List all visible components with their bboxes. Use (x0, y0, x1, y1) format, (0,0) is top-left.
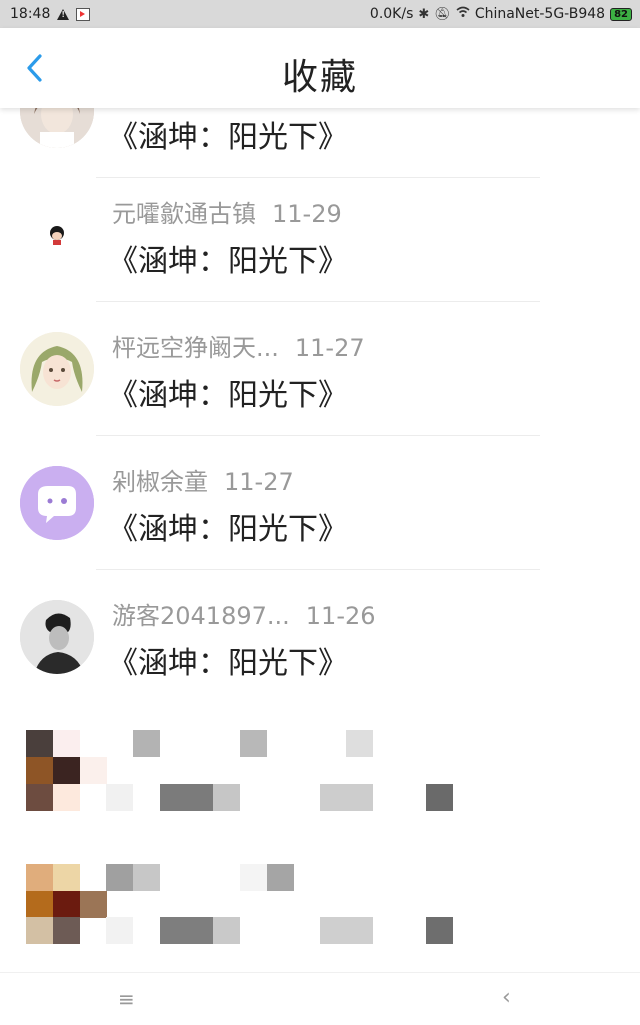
menu-icon[interactable]: ≡ (118, 987, 135, 1011)
system-nav-bar: ≡ ‹ (0, 972, 640, 1025)
top-bar: 收藏 (0, 28, 640, 108)
favorite-item[interactable]: 剁椒余童 11-27 《涵坤：阳光下》 (0, 436, 640, 570)
illustrated-girl-avatar[interactable] (20, 332, 94, 406)
favorite-meta: 元嚯歙通古镇 11-29 (112, 194, 342, 229)
cartoon-girl-avatar[interactable] (20, 198, 94, 272)
favorite-meta: 游客2041897... 11-26 (112, 596, 376, 631)
favorite-meta: 枰远空狰阚天... 11-27 (112, 328, 365, 363)
nav-back-icon[interactable]: ‹ (502, 985, 511, 1010)
status-time: 18:48 (10, 6, 51, 22)
user-name[interactable]: 游客2041897... (112, 602, 290, 630)
user-name[interactable]: 元嚯歙通古镇 (112, 200, 256, 228)
mute-bell-icon: 🔕︎ (434, 6, 451, 22)
net-speed: 0.0K/s (369, 6, 414, 22)
bluetooth-icon: ✱ (418, 6, 430, 22)
favorite-item[interactable]: 游客2041897... 11-26 《涵坤：阳光下》 (0, 570, 640, 704)
user-name[interactable]: 枰远空狰阚天... (112, 334, 279, 362)
wifi-icon (456, 6, 470, 22)
favorite-date: 11-29 (272, 200, 342, 228)
favorite-item[interactable]: 枰远空狰阚天... 11-27 《涵坤：阳光下》 (0, 302, 640, 436)
work-title[interactable]: 《涵坤：阳光下》 (108, 112, 348, 156)
chat-bubble-avatar[interactable] (20, 466, 94, 540)
favorite-date: 11-27 (224, 468, 294, 496)
page-title: 收藏 (281, 57, 358, 98)
favorite-meta: 剁椒余童 11-27 (112, 462, 294, 497)
work-title[interactable]: 《涵坤：阳光下》 (108, 638, 348, 682)
app-notification-icon (76, 7, 91, 21)
work-title[interactable]: 《涵坤：阳光下》 (108, 236, 348, 280)
warning-icon (57, 8, 70, 20)
favorite-date: 11-26 (305, 602, 376, 630)
bw-man-avatar[interactable] (20, 600, 94, 674)
favorite-date: 11-27 (294, 334, 365, 362)
battery-icon: 82 (610, 7, 632, 21)
user-name[interactable]: 剁椒余童 (112, 468, 208, 496)
wifi-name: ChinaNet-5G-B948 (474, 6, 606, 22)
work-title[interactable]: 《涵坤：阳光下》 (108, 504, 348, 548)
pixelated-content (0, 704, 640, 972)
work-title[interactable]: 《涵坤：阳光下》 (108, 370, 348, 414)
status-bar: 18:48 0.0K/s ✱ 🔕︎ ChinaNet-5G-B948 82 (0, 0, 640, 28)
favorite-item[interactable]: 元嚯歙通古镇 11-29 《涵坤：阳光下》 (0, 168, 640, 302)
